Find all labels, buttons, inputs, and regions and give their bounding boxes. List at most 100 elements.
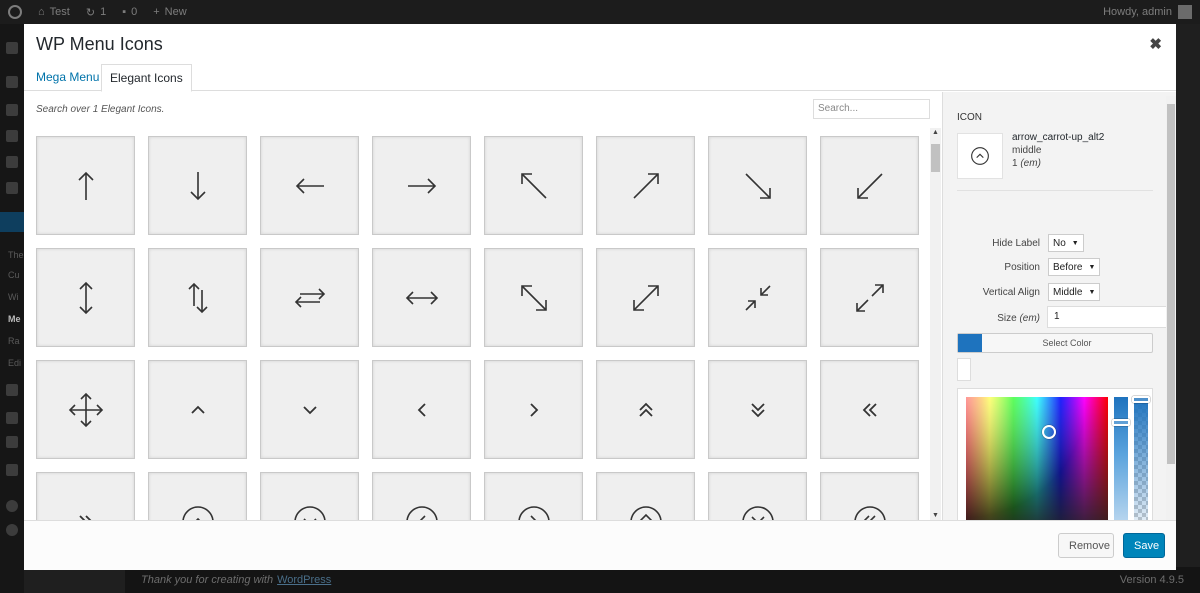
icon-cell[interactable] [596,360,695,459]
users-icon[interactable] [6,412,18,424]
icon-cell[interactable] [820,136,919,235]
arrow-up-icon [77,171,94,200]
updates-menu[interactable]: ↻ 1 [78,0,114,24]
scroll-down-arrow-icon[interactable]: ▼ [932,512,939,519]
icon-cell[interactable] [596,472,695,520]
icon-cell[interactable] [36,136,135,235]
carrot-2up-circle-icon [629,505,662,520]
icon-cell[interactable] [820,248,919,347]
new-content-menu[interactable]: + New [145,0,194,24]
carrot-up-circle-icon [971,147,989,165]
footer-wordpress-link[interactable]: WordPress [277,574,331,586]
icon-cell[interactable] [372,248,471,347]
arrow-down-left-icon [856,172,883,199]
icon-cell[interactable] [484,248,583,347]
icon-cell[interactable] [372,472,471,520]
icon-cell[interactable] [36,360,135,459]
opacity-slider[interactable] [1132,396,1150,520]
plugin-circle-icon[interactable] [6,500,18,512]
icon-cell[interactable] [708,248,807,347]
comments-menu-icon[interactable] [6,156,18,168]
hue-slider[interactable] [1112,397,1130,520]
icon-cell[interactable] [596,136,695,235]
site-name: Test [49,6,70,18]
icon-cell[interactable] [260,360,359,459]
icon-cell[interactable] [820,472,919,520]
vertical-align-select[interactable]: Middle ▼ [1048,283,1101,301]
comments-menu[interactable]: ▪ 0 [114,0,145,24]
sidebar-scrollbar[interactable] [1166,96,1176,520]
side-menu-item-editor[interactable]: Edi [8,358,21,368]
hide-label-select[interactable]: No ▼ [1048,234,1084,252]
icon-cell[interactable] [596,248,695,347]
icon-cell[interactable] [148,360,247,459]
modal-tabs: Mega Menu Elegant Icons [24,64,1176,92]
settings-icon[interactable] [6,464,18,476]
icon-cell[interactable] [372,360,471,459]
arrow-down-icon [189,171,206,200]
position-value: Before [1053,261,1083,273]
pages-icon[interactable] [6,130,18,142]
icon-library-scrollbar[interactable]: ▲ ▼ [930,128,941,520]
icon-cell[interactable] [260,248,359,347]
wp-logo-menu[interactable] [0,0,30,24]
size-input[interactable]: 1 [1047,306,1175,328]
site-name-menu[interactable]: ⌂ Test [30,0,78,24]
position-select[interactable]: Before ▼ [1048,258,1101,276]
icon-cell[interactable] [372,136,471,235]
icon-cell[interactable] [148,136,247,235]
account-menu[interactable]: Howdy, admin [1103,5,1200,19]
side-menu-item-customize[interactable]: Cu [8,270,20,280]
collapse-menu-icon[interactable] [6,524,18,536]
select-color-button[interactable]: Select Color [957,333,1153,353]
side-menu-item-menus[interactable]: Me [8,314,21,324]
icon-size-unit: (em) [1020,158,1041,169]
save-button[interactable]: Save [1123,533,1165,558]
scrollbar-thumb[interactable] [931,144,940,172]
appearance-menu-active[interactable] [0,212,24,232]
icon-cell[interactable] [484,472,583,520]
tab-mega-menu[interactable]: Mega Menu [28,64,107,91]
icon-cell[interactable] [484,136,583,235]
icon-cell[interactable] [708,136,807,235]
color-hex-input[interactable] [957,358,971,381]
icon-cell[interactable] [260,472,359,520]
media-icon[interactable] [6,104,18,116]
search-input[interactable]: Search... [813,99,930,119]
arrow-right-icon [407,177,436,194]
plugins-icon[interactable] [6,384,18,396]
wordpress-logo-icon [8,5,22,19]
side-menu-item-themes[interactable]: The [8,250,24,260]
expand-diagonal-alt-icon [632,284,659,311]
hide-label-row: Hide Label No ▼ [943,234,1176,252]
icon-cell[interactable] [148,472,247,520]
icon-cell[interactable] [260,136,359,235]
icon-cell[interactable] [36,472,135,520]
posts-icon[interactable] [6,76,18,88]
icon-cell[interactable] [36,248,135,347]
side-menu-item-random[interactable]: Ra [8,336,20,346]
tools-icon[interactable] [6,436,18,448]
chevron-down-icon: ▼ [1088,263,1096,271]
icon-cell[interactable] [820,360,919,459]
icon-cell[interactable] [708,472,807,520]
close-icon[interactable]: ✖ [1149,35,1162,53]
icon-cell[interactable] [484,360,583,459]
remove-button[interactable]: Remove [1058,533,1114,558]
greeting: Howdy, admin [1103,6,1172,18]
color-saturation-area[interactable] [966,397,1108,520]
sidebar-scrollbar-thumb[interactable] [1167,104,1175,464]
carrot-left-icon [417,402,426,417]
color-picker-handle[interactable] [1042,425,1056,439]
side-menu-item-widgets[interactable]: Wi [8,292,19,302]
pin-icon[interactable] [6,182,18,194]
icon-cell[interactable] [708,360,807,459]
opacity-slider-handle[interactable] [1132,396,1150,403]
tab-elegant-icons[interactable]: Elegant Icons [101,64,192,92]
scroll-up-arrow-icon[interactable]: ▲ [932,129,939,136]
vertical-align-value: Middle [1053,286,1083,298]
icon-cell[interactable] [148,248,247,347]
hue-slider-handle[interactable] [1112,419,1130,426]
dashboard-icon[interactable] [6,42,18,54]
modal-title: WP Menu Icons [36,34,163,54]
